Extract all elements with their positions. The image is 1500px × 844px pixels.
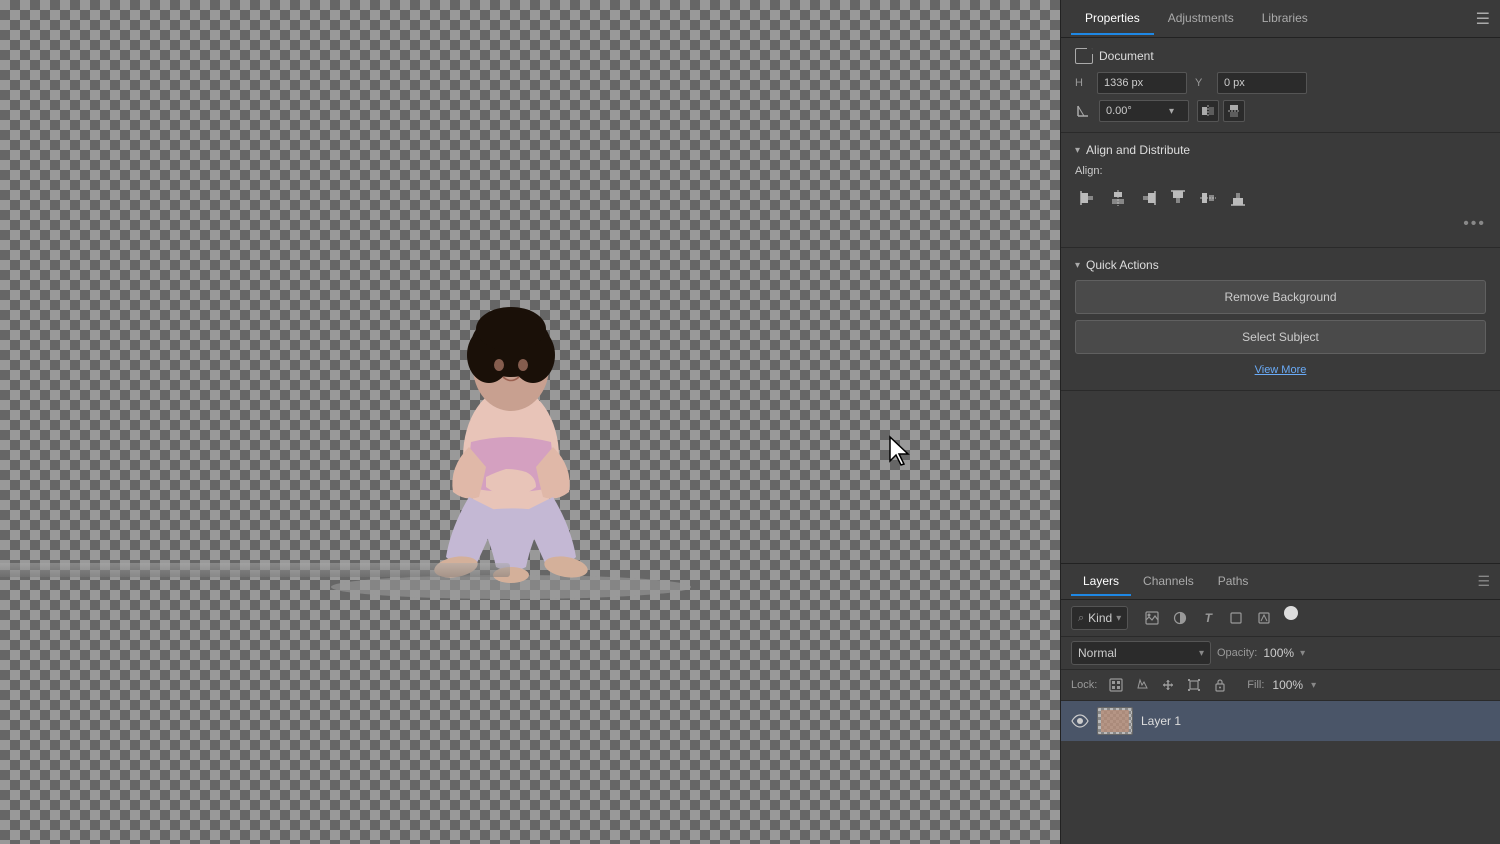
- fill-chevron-icon[interactable]: ▾: [1311, 680, 1316, 691]
- filter-icons: T: [1140, 606, 1298, 630]
- kind-filter-row: ⌕ Kind ▾: [1061, 600, 1500, 637]
- fill-value[interactable]: 100%: [1272, 678, 1303, 692]
- lock-all-button[interactable]: [1209, 674, 1231, 696]
- opacity-label: Opacity:: [1217, 647, 1257, 659]
- align-distribute-label: Align and Distribute: [1086, 143, 1190, 157]
- align-distribute-header[interactable]: ▾ Align and Distribute: [1075, 143, 1486, 157]
- document-icon: [1075, 48, 1093, 64]
- tab-adjustments[interactable]: Adjustments: [1154, 3, 1248, 35]
- more-options[interactable]: •••: [1075, 211, 1486, 237]
- opacity-value[interactable]: 100%: [1263, 646, 1294, 660]
- document-label: Document: [1099, 49, 1154, 63]
- quick-actions-header[interactable]: ▾ Quick Actions: [1075, 258, 1486, 272]
- y-label: Y: [1195, 77, 1209, 89]
- kind-search-icon: ⌕: [1078, 612, 1084, 625]
- select-subject-button[interactable]: Select Subject: [1075, 320, 1486, 354]
- quick-actions-label: Quick Actions: [1086, 258, 1159, 272]
- blend-mode-select[interactable]: Normal ▾: [1071, 641, 1211, 665]
- layer-visibility-toggle[interactable]: [1071, 712, 1089, 730]
- remove-background-button[interactable]: Remove Background: [1075, 280, 1486, 314]
- right-panel: Properties Adjustments Libraries ☰ Docum…: [1060, 0, 1500, 844]
- yoga-person-image: [321, 247, 701, 597]
- properties-panel: Properties Adjustments Libraries ☰ Docum…: [1061, 0, 1500, 564]
- document-header[interactable]: Document: [1075, 48, 1486, 64]
- fill-label: Fill:: [1247, 679, 1264, 691]
- properties-panel-tabs: Properties Adjustments Libraries ☰: [1061, 0, 1500, 38]
- opacity-chevron-icon[interactable]: ▾: [1300, 648, 1305, 659]
- y-input[interactable]: [1217, 72, 1307, 94]
- lock-pixels-button[interactable]: [1105, 674, 1127, 696]
- quick-actions-collapse-icon: ▾: [1075, 260, 1080, 271]
- view-more-link[interactable]: View More: [1075, 360, 1486, 380]
- adjustment-filter-button[interactable]: [1168, 606, 1192, 630]
- lock-icons: [1105, 674, 1231, 696]
- quick-actions-section: ▾ Quick Actions Remove Background Select…: [1061, 248, 1500, 391]
- angle-input[interactable]: [1100, 103, 1165, 119]
- align-distribute-section: ▾ Align and Distribute Align:: [1061, 133, 1500, 248]
- lock-move-button[interactable]: [1157, 674, 1179, 696]
- lock-image-button[interactable]: [1131, 674, 1153, 696]
- lock-artboard-button[interactable]: [1183, 674, 1205, 696]
- layers-menu-icon[interactable]: ☰: [1477, 573, 1490, 590]
- blend-mode-label: Normal: [1078, 646, 1195, 660]
- yoga-mat: [0, 563, 510, 577]
- tab-layers[interactable]: Layers: [1071, 568, 1131, 596]
- dimension-row: H Y: [1075, 72, 1486, 94]
- image-filter-button[interactable]: [1140, 606, 1164, 630]
- align-buttons: [1075, 185, 1486, 211]
- flip-horizontal-button[interactable]: [1197, 100, 1219, 122]
- align-left-button[interactable]: [1075, 185, 1101, 211]
- flip-vertical-button[interactable]: [1223, 100, 1245, 122]
- kind-chevron-icon: ▾: [1116, 613, 1121, 624]
- smart-filter-button[interactable]: [1252, 606, 1276, 630]
- align-collapse-icon: ▾: [1075, 145, 1080, 156]
- canvas-area: [0, 0, 1060, 844]
- blend-opacity-row: Normal ▾ Opacity: 100% ▾: [1061, 637, 1500, 670]
- filter-circle: [1284, 606, 1298, 620]
- angle-chevron[interactable]: ▾: [1165, 106, 1178, 117]
- lock-row: Lock:: [1061, 670, 1500, 701]
- flip-icons: [1197, 100, 1245, 122]
- layer-item[interactable]: Layer 1: [1061, 701, 1500, 741]
- tab-paths[interactable]: Paths: [1206, 568, 1261, 596]
- layer-name: Layer 1: [1141, 714, 1490, 728]
- align-center-v-button[interactable]: [1195, 185, 1221, 211]
- shape-filter-button[interactable]: [1224, 606, 1248, 630]
- layers-tabs: Layers Channels Paths ☰: [1061, 564, 1500, 600]
- tab-channels[interactable]: Channels: [1131, 568, 1206, 596]
- angle-row: ▾: [1075, 100, 1486, 122]
- tab-properties[interactable]: Properties: [1071, 3, 1154, 35]
- h-label: H: [1075, 77, 1089, 89]
- angle-input-wrap: ▾: [1099, 100, 1189, 122]
- kind-select[interactable]: ⌕ Kind ▾: [1071, 606, 1128, 630]
- align-label: Align:: [1075, 165, 1486, 177]
- document-section: Document H Y ▾: [1061, 38, 1500, 133]
- align-top-button[interactable]: [1165, 185, 1191, 211]
- panel-menu-icon[interactable]: ☰: [1476, 9, 1490, 29]
- lock-label: Lock:: [1071, 679, 1097, 691]
- align-right-button[interactable]: [1135, 185, 1161, 211]
- align-center-h-button[interactable]: [1105, 185, 1131, 211]
- align-bottom-button[interactable]: [1225, 185, 1251, 211]
- h-input[interactable]: [1097, 72, 1187, 94]
- kind-label: Kind: [1088, 611, 1112, 625]
- layers-panel: Layers Channels Paths ☰ ⌕ Kind ▾: [1061, 564, 1500, 844]
- angle-icon: [1075, 103, 1091, 119]
- blend-chevron-icon: ▾: [1199, 648, 1204, 659]
- layer-thumbnail: [1097, 707, 1133, 735]
- text-filter-button[interactable]: T: [1196, 606, 1220, 630]
- tab-libraries[interactable]: Libraries: [1248, 3, 1322, 35]
